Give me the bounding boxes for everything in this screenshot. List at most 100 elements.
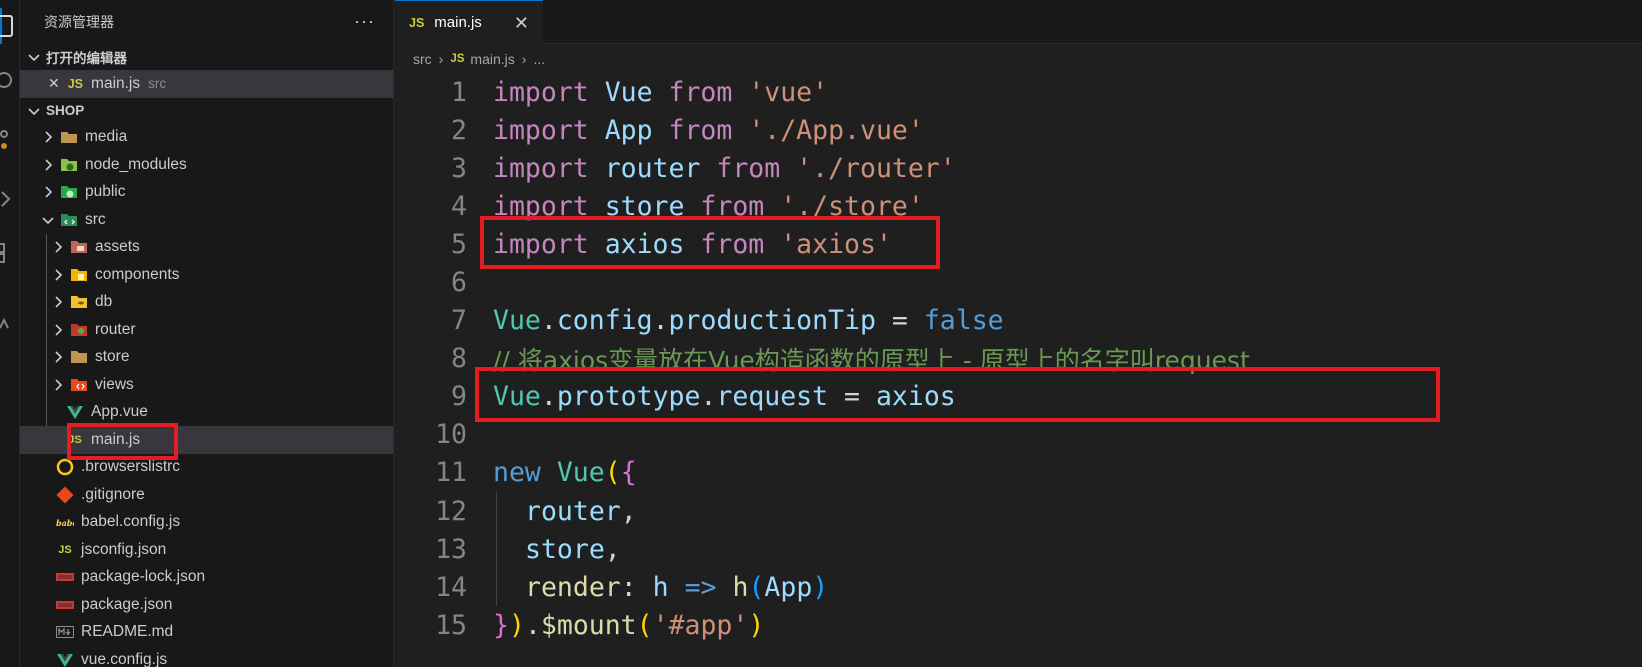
- db-folder-icon: [70, 293, 88, 311]
- tree-item-app-vue[interactable]: App.vue: [20, 399, 393, 427]
- close-icon[interactable]: ✕: [48, 75, 60, 92]
- tree-item-label: README.md: [81, 623, 174, 641]
- src-children: assets components db router store views: [20, 233, 393, 454]
- tree-item-label: jsconfig.json: [81, 540, 167, 558]
- tree-item-package-json[interactable]: package.json: [20, 591, 393, 619]
- indent-guide: [496, 492, 497, 531]
- chevron-down-icon: [26, 49, 42, 65]
- tree-item-label: package-lock.json: [81, 568, 206, 586]
- tab-label: main.js: [434, 14, 482, 31]
- explorer-title: 资源管理器: [44, 14, 114, 30]
- open-editors-section[interactable]: 打开的编辑器: [20, 44, 393, 70]
- tree-item-label: media: [85, 128, 128, 146]
- tree-item-label: babel.config.js: [81, 513, 181, 531]
- close-icon[interactable]: ✕: [514, 13, 529, 34]
- chevron-right-icon: [40, 157, 56, 173]
- breadcrumb-folder[interactable]: src: [413, 51, 432, 67]
- node-folder-icon: [60, 156, 78, 174]
- tree-item-label: App.vue: [91, 403, 148, 421]
- tree-item-assets[interactable]: assets: [20, 234, 393, 262]
- tree-item-db[interactable]: db: [20, 289, 393, 317]
- highlight-box-prototype-request: [475, 367, 1440, 422]
- tree-item-router[interactable]: router: [20, 316, 393, 344]
- tree-item-components[interactable]: components: [20, 261, 393, 289]
- router-folder-icon: [70, 321, 88, 339]
- assets-folder-icon: [70, 238, 88, 256]
- open-editor-name: main.js: [91, 74, 141, 92]
- breadcrumb-file[interactable]: main.js: [470, 51, 514, 67]
- npm-icon: [56, 568, 74, 586]
- code-line-11: 11 new Vue({: [395, 454, 1642, 492]
- indent-guide: [496, 530, 497, 569]
- line-number: 14: [435, 571, 467, 603]
- chevron-down-icon: [26, 103, 42, 119]
- source-control-icon[interactable]: [0, 124, 20, 154]
- line-number: 1: [451, 76, 467, 108]
- tree-item-readme[interactable]: README.md: [20, 619, 393, 647]
- run-debug-icon[interactable]: [0, 184, 20, 214]
- remote-icon[interactable]: [0, 308, 20, 338]
- tree-item-babel-config[interactable]: babel babel.config.js: [20, 509, 393, 537]
- tab-main-js[interactable]: JS main.js ✕: [395, 0, 543, 44]
- tree-item-label: src: [85, 210, 106, 228]
- tree-item-label: .browserslistrc: [81, 458, 181, 476]
- editor-area: JS main.js ✕ src › JS main.js › ... 1 imp…: [395, 0, 1642, 667]
- line-number: 13: [435, 533, 467, 565]
- line-number: 4: [451, 190, 467, 222]
- more-actions-icon[interactable]: ···: [354, 11, 375, 32]
- extensions-icon[interactable]: [0, 236, 20, 266]
- store-folder-icon: [70, 348, 88, 366]
- explorer-sidebar: 资源管理器 ··· 打开的编辑器 ✕ JS main.js src SHOP m…: [20, 0, 394, 667]
- code-line-12: 12 router,: [395, 492, 1642, 531]
- highlight-box-import-axios: [480, 216, 940, 269]
- tree-item-src[interactable]: src: [20, 206, 393, 234]
- chevron-right-icon: [50, 267, 66, 283]
- js-icon: JS: [67, 76, 84, 91]
- tree-item-label: assets: [95, 238, 140, 256]
- open-editor-item[interactable]: ✕ JS main.js src: [20, 70, 393, 98]
- tree-item-views[interactable]: views: [20, 371, 393, 399]
- tree-item-public[interactable]: public: [20, 179, 393, 207]
- line-number: 8: [451, 343, 467, 375]
- tree-item-gitignore[interactable]: .gitignore: [20, 481, 393, 509]
- project-section[interactable]: SHOP: [20, 98, 393, 124]
- tree-item-vue-config[interactable]: vue.config.js: [20, 646, 393, 667]
- code-line-2: 2 import App from './App.vue': [395, 111, 1642, 149]
- tree-item-node-modules[interactable]: node_modules: [20, 151, 393, 179]
- line-number: 9: [451, 381, 467, 413]
- tree-item-media[interactable]: media: [20, 124, 393, 152]
- search-icon[interactable]: [0, 66, 20, 96]
- breadcrumb: src › JS main.js › ...: [395, 44, 1642, 74]
- vue-icon: [56, 651, 74, 667]
- tree-item-package-lock[interactable]: package-lock.json: [20, 564, 393, 592]
- views-folder-icon: [70, 376, 88, 394]
- code-line-14: 14 render: h => h(App): [395, 568, 1642, 607]
- chevron-right-icon: [40, 129, 56, 145]
- code-line-6: 6: [395, 263, 1642, 301]
- tree-item-jsconfig[interactable]: JS jsconfig.json: [20, 536, 393, 564]
- svg-text:babel: babel: [56, 518, 74, 528]
- npm-icon: [56, 596, 74, 614]
- line-number: 2: [451, 114, 467, 146]
- tree-item-label: router: [95, 320, 136, 338]
- line-number: 7: [451, 305, 467, 337]
- chevron-down-icon: [40, 212, 56, 228]
- tree-item-label: public: [85, 183, 126, 201]
- chevron-right-icon: [50, 377, 66, 393]
- line-number: 10: [435, 419, 467, 451]
- tab-bar: JS main.js ✕: [395, 0, 1642, 44]
- code-editor[interactable]: 1 import Vue from 'vue' 2 import App from …: [395, 73, 1642, 644]
- chevron-right-icon: [40, 184, 56, 200]
- chevron-right-icon: ›: [438, 51, 444, 67]
- line-number: 15: [435, 609, 467, 641]
- tree-item-label: store: [95, 348, 130, 366]
- folder-icon: [60, 128, 78, 146]
- explorer-icon[interactable]: [0, 10, 20, 40]
- chevron-right-icon: [50, 322, 66, 338]
- tree-item-label: db: [95, 293, 113, 311]
- breadcrumb-symbol[interactable]: ...: [533, 51, 545, 67]
- tree-item-store[interactable]: store: [20, 344, 393, 372]
- chevron-right-icon: ›: [521, 51, 527, 67]
- tree-item-label: node_modules: [85, 155, 187, 173]
- line-number: 5: [451, 228, 467, 260]
